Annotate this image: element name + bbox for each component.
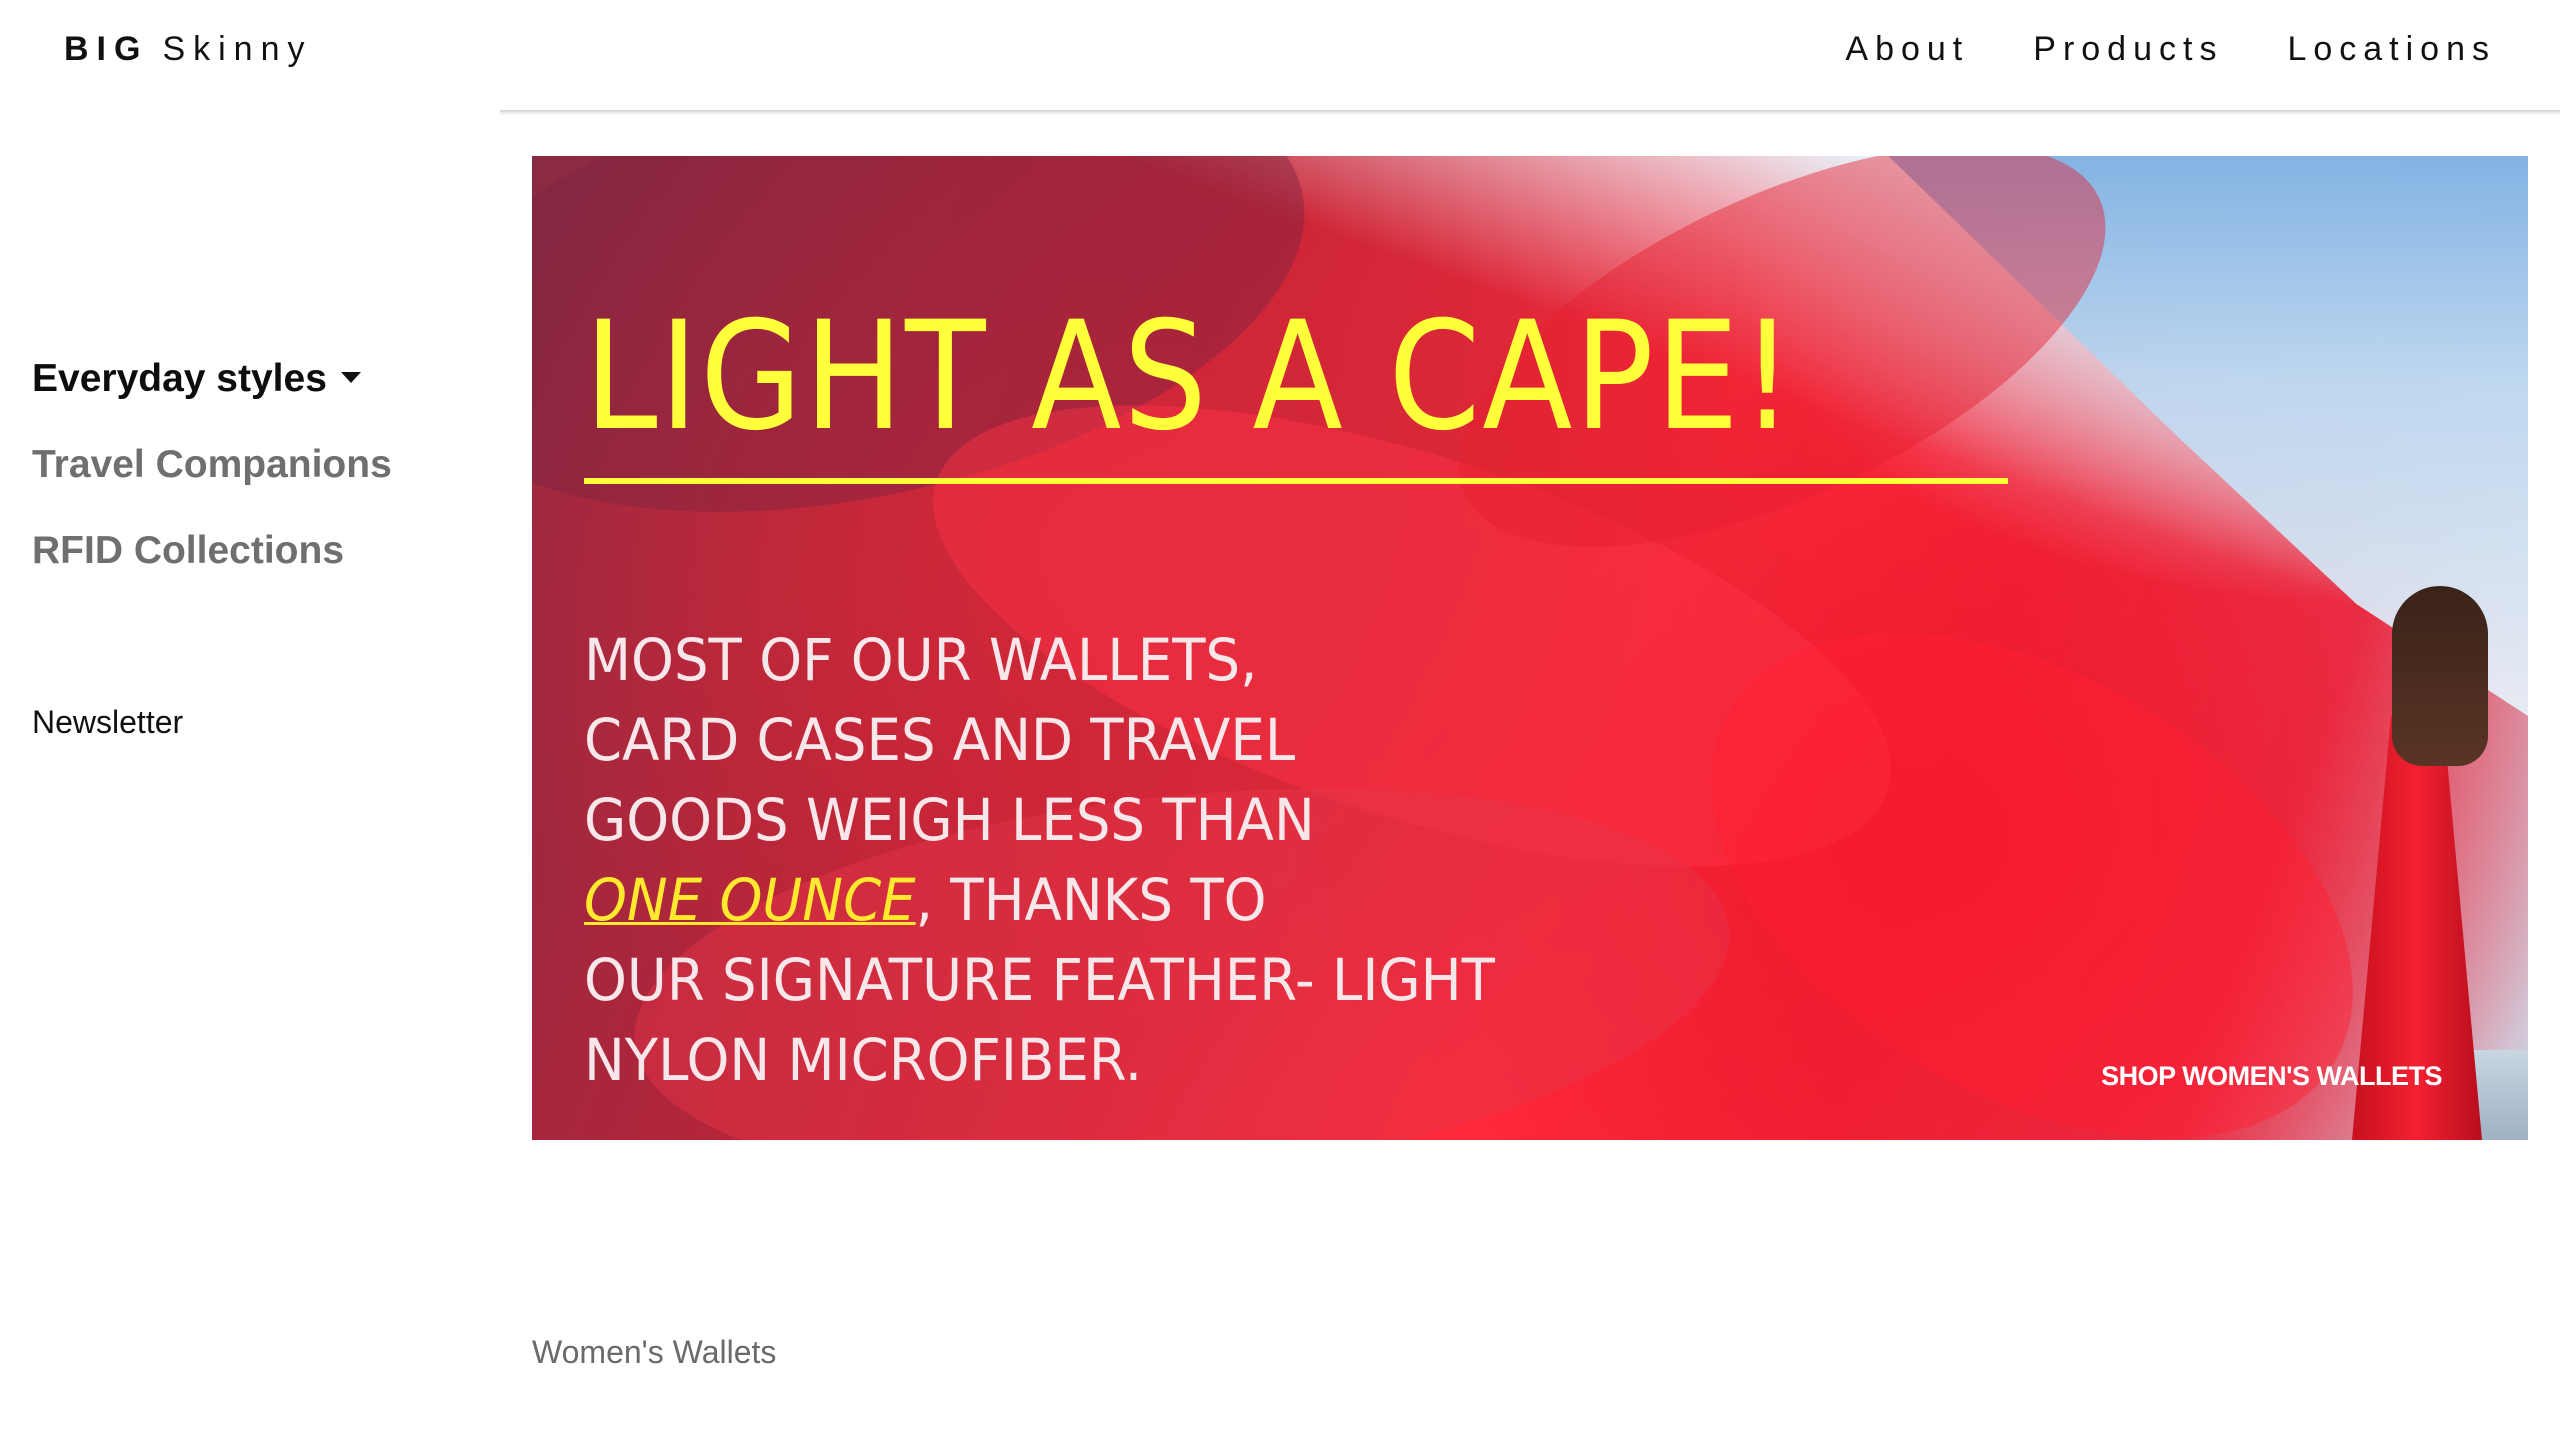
brand-bold: BIG (64, 30, 149, 68)
model-figure-hair (2392, 586, 2488, 766)
hero-body-text: MOST OF OUR WALLETS, CARD CASES AND TRAV… (584, 620, 1495, 1100)
header-divider (500, 110, 2560, 116)
sidebar-item-everyday-styles[interactable]: Everyday styles (32, 336, 472, 422)
top-nav: About Products Locations (1845, 30, 2496, 69)
brand-logo[interactable]: BIG Skinny (64, 30, 313, 69)
newsletter-link[interactable]: Newsletter (32, 704, 183, 741)
sidebar-item-label: Everyday styles (32, 357, 327, 400)
womens-wallets-caption[interactable]: Women's Wallets (532, 1334, 776, 1371)
hero-body-line: MOST OF OUR WALLETS, (584, 626, 1258, 694)
sidebar-item-travel-companions[interactable]: Travel Companions (32, 422, 472, 508)
hero-body-line: NYLON MICROFIBER. (584, 1026, 1143, 1094)
hero-banner[interactable]: LIGHT AS A CAPE! MOST OF OUR WALLETS, CA… (532, 156, 2528, 1140)
sidebar-item-rfid-collections[interactable]: RFID Collections (32, 508, 472, 594)
nav-locations-link[interactable]: Locations (2287, 30, 2496, 69)
sidebar-menu: Everyday styles Travel Companions RFID C… (32, 336, 472, 594)
hero-body-line: OUR SIGNATURE FEATHER- LIGHT (584, 946, 1495, 1014)
hero-highlight-tail: , THANKS TO (915, 866, 1267, 934)
brand-rest: Skinny (162, 30, 313, 68)
hero-highlight: ONE OUNCE (584, 866, 916, 934)
hero-body-line: CARD CASES AND TRAVEL (584, 706, 1296, 774)
top-header: BIG Skinny About Products Locations (0, 0, 2560, 112)
nav-about-link[interactable]: About (1845, 30, 1969, 69)
hero-body-line: GOODS WEIGH LESS THAN (584, 786, 1315, 854)
nav-products-link[interactable]: Products (2033, 30, 2223, 69)
hero-body-line: ONE OUNCE, THANKS TO (584, 860, 1495, 940)
hero-title: LIGHT AS A CAPE! (584, 290, 1796, 464)
caret-down-icon (340, 372, 361, 384)
hero-title-underline (584, 478, 2008, 484)
shop-womens-wallets-link[interactable]: SHOP WOMEN'S WALLETS (2101, 1061, 2442, 1092)
